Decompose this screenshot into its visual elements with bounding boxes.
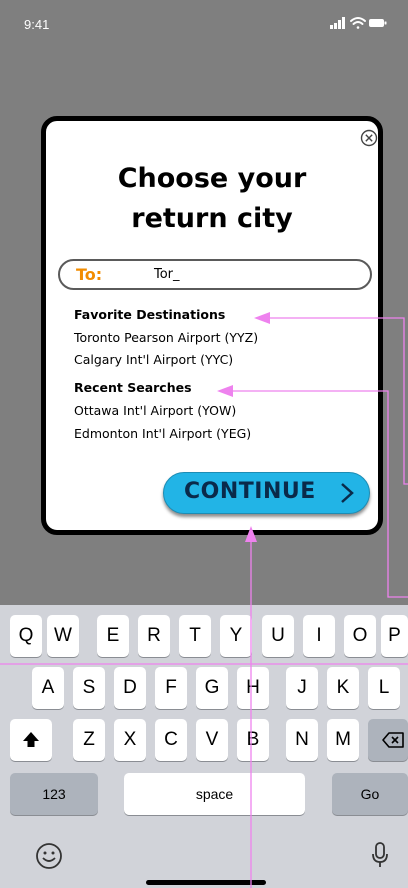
key-i[interactable]: I	[303, 615, 335, 657]
home-indicator	[146, 880, 266, 885]
modal-title-line2: return city	[131, 203, 293, 234]
favorite-destination-item[interactable]: Toronto Pearson Airport (YYZ)	[74, 330, 258, 345]
key-x[interactable]: X	[114, 719, 146, 761]
continue-label: CONTINUE	[184, 479, 316, 504]
key-r[interactable]: R	[138, 615, 170, 657]
chevron-right-icon	[341, 483, 354, 503]
modal-title-line1: Choose your	[117, 163, 307, 194]
key-f[interactable]: F	[155, 667, 187, 709]
key-w[interactable]: W	[47, 615, 79, 657]
recent-searches-heading: Recent Searches	[74, 380, 192, 395]
key-z[interactable]: Z	[73, 719, 105, 761]
space-key[interactable]: space	[124, 773, 305, 815]
key-c[interactable]: C	[155, 719, 187, 761]
key-p[interactable]: P	[381, 615, 408, 657]
key-a[interactable]: A	[32, 667, 64, 709]
return-city-modal: Choose your return city To: Tor_ Favorit…	[41, 116, 383, 535]
key-s[interactable]: S	[73, 667, 105, 709]
modal-title: Choose your return city	[46, 159, 378, 239]
favorite-destinations-heading: Favorite Destinations	[74, 307, 226, 322]
on-screen-keyboard: Q W E R T Y U I O P A S D F G H J K L Z …	[0, 605, 408, 888]
key-v[interactable]: V	[196, 719, 228, 761]
key-d[interactable]: D	[114, 667, 146, 709]
microphone-icon[interactable]	[370, 840, 390, 870]
key-l[interactable]: L	[368, 667, 400, 709]
to-field-label: To:	[76, 265, 103, 284]
key-q[interactable]: Q	[10, 615, 42, 657]
status-icons	[330, 17, 387, 29]
key-y[interactable]: Y	[220, 615, 252, 657]
favorite-destination-item[interactable]: Calgary Int'l Airport (YYC)	[74, 352, 233, 367]
to-field-value[interactable]: Tor_	[154, 267, 180, 282]
key-t[interactable]: T	[179, 615, 211, 657]
recent-search-item[interactable]: Ottawa Int'l Airport (YOW)	[74, 403, 236, 418]
close-circle-icon[interactable]	[360, 129, 378, 147]
status-bar: 9:41	[0, 0, 408, 48]
key-o[interactable]: O	[344, 615, 376, 657]
status-time: 9:41	[24, 17, 50, 32]
key-u[interactable]: U	[262, 615, 294, 657]
go-key[interactable]: Go	[332, 773, 408, 815]
shift-key[interactable]	[10, 719, 52, 761]
to-city-input[interactable]: To: Tor_	[58, 259, 372, 290]
battery-icon	[369, 19, 387, 27]
key-g[interactable]: G	[196, 667, 228, 709]
emoji-icon[interactable]	[34, 841, 64, 871]
key-b[interactable]: B	[237, 719, 269, 761]
numbers-key[interactable]: 123	[10, 773, 98, 815]
key-m[interactable]: M	[327, 719, 359, 761]
shift-arrow-icon	[23, 732, 39, 747]
key-k[interactable]: K	[327, 667, 359, 709]
key-j[interactable]: J	[286, 667, 318, 709]
backspace-icon	[382, 732, 404, 748]
key-n[interactable]: N	[286, 719, 318, 761]
continue-button[interactable]: CONTINUE	[163, 472, 370, 514]
key-h[interactable]: H	[237, 667, 269, 709]
backspace-key[interactable]	[368, 719, 408, 761]
wifi-icon	[350, 17, 366, 29]
key-e[interactable]: E	[97, 615, 129, 657]
cellular-signal-icon	[330, 17, 345, 29]
recent-search-item[interactable]: Edmonton Int'l Airport (YEG)	[74, 426, 251, 441]
